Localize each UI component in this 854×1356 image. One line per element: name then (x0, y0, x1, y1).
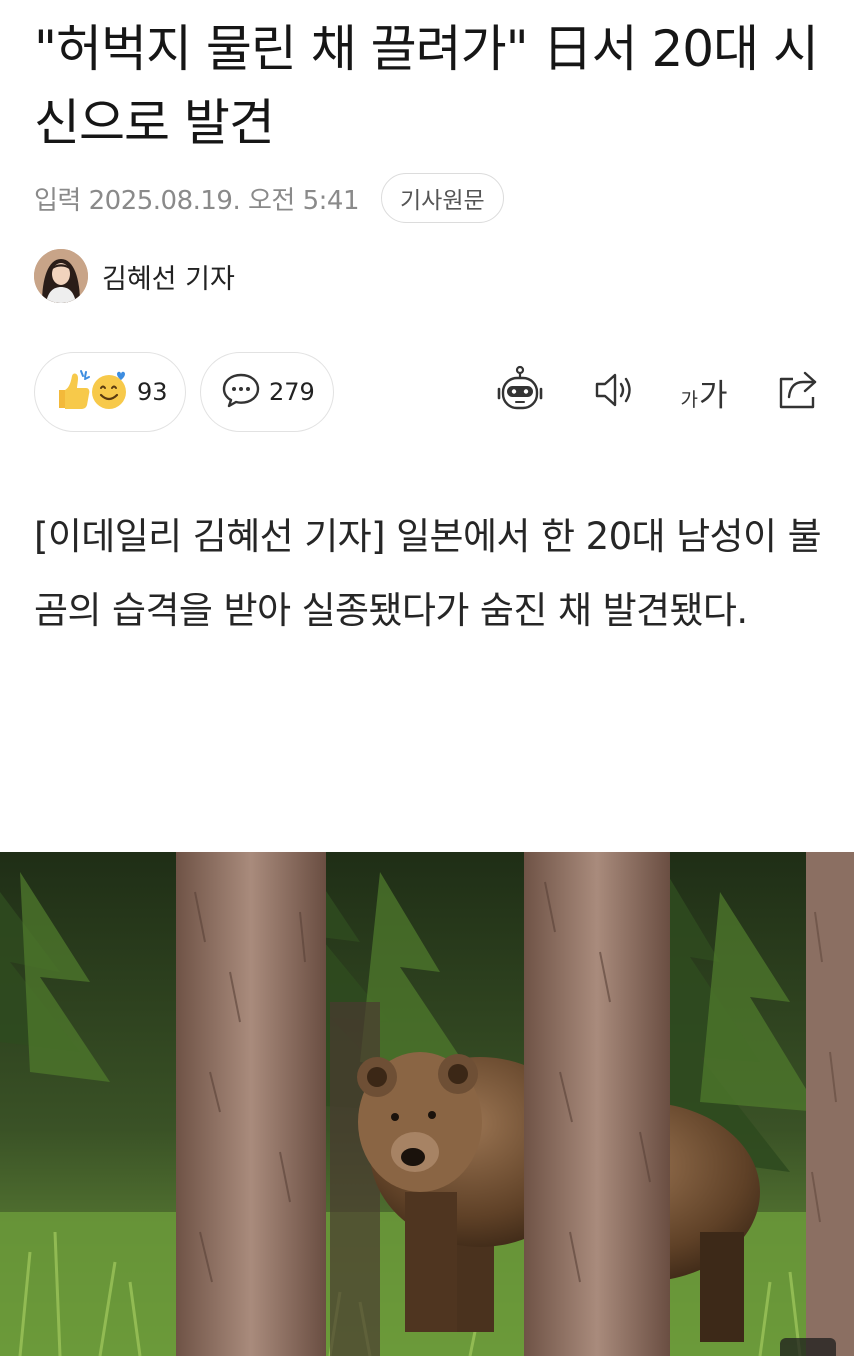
reaction-button[interactable]: 93 (34, 352, 186, 432)
summary-bot-button[interactable] (492, 364, 548, 420)
reaction-count: 93 (137, 378, 168, 406)
thumbs-up-and-smile-emoji-icon (55, 368, 129, 416)
author-photo (34, 249, 88, 303)
font-small-glyph: 가 (680, 388, 698, 411)
font-large-glyph: 가 (698, 377, 728, 414)
publish-date: 입력 2025.08.19. 오전 5:41 (34, 185, 360, 216)
brown-bear-forest-image (0, 852, 854, 1356)
article-body: [이데일리 김혜선 기자] 일본에서 한 20대 남성이 불곰의 습격을 받아 … (34, 515, 822, 632)
author-byline[interactable]: 김혜선 기자 (34, 248, 235, 304)
text-to-speech-button[interactable] (586, 364, 642, 420)
comment-count: 279 (269, 378, 315, 406)
robot-icon (495, 365, 545, 419)
comment-button[interactable]: 279 (200, 352, 334, 432)
article-meta: 입력 2025.08.19. 오전 5:41 기사원문 (34, 170, 504, 226)
expand-image-button[interactable] (780, 1338, 836, 1356)
share-button[interactable] (770, 364, 826, 420)
original-article-button[interactable]: 기사원문 (381, 173, 504, 223)
article-actions: 93 279 가 가 (34, 352, 824, 432)
author-avatar[interactable] (34, 249, 88, 303)
article-photo[interactable] (0, 852, 854, 1356)
article-headline: "허벅지 물린 채 끌려가" 日서 20대 시신으로 발견 (34, 20, 819, 152)
font-size-icon: 가가 (680, 370, 727, 415)
author-name[interactable]: 김혜선 기자 (102, 257, 235, 296)
font-size-button[interactable]: 가가 (676, 364, 732, 420)
share-icon (775, 367, 821, 417)
speech-bubble-icon (221, 370, 261, 414)
speaker-icon (591, 367, 637, 417)
